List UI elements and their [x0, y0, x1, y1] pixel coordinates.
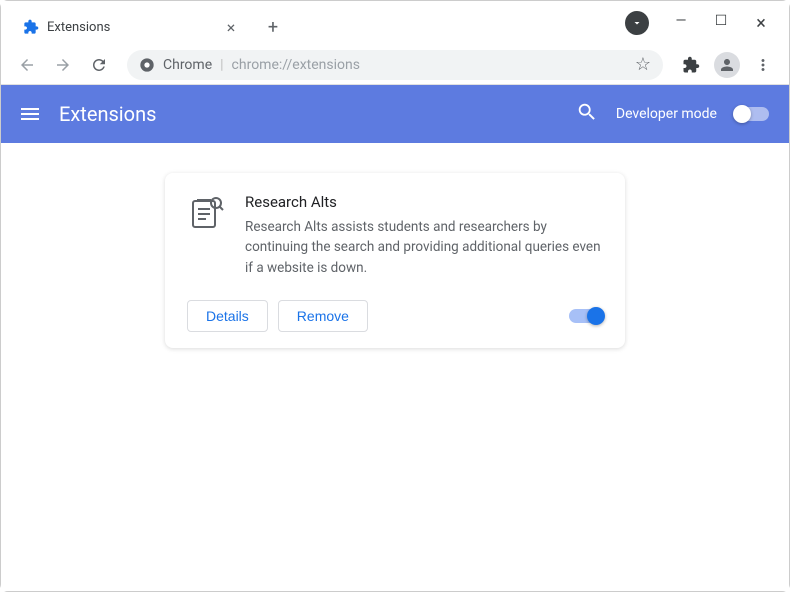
extension-card: Research Alts Research Alts assists stud…	[165, 173, 625, 348]
extensions-header: Extensions Developer mode	[1, 85, 789, 143]
url-path: chrome://extensions	[232, 57, 360, 73]
url-separator: |	[220, 57, 223, 73]
window-controls: — ☐ ×	[661, 1, 789, 34]
forward-button[interactable]	[49, 51, 77, 79]
window-titlebar: Extensions × + — ☐ ×	[1, 1, 789, 45]
details-button[interactable]: Details	[187, 300, 268, 332]
extension-name: Research Alts	[245, 193, 603, 211]
profile-button[interactable]	[713, 51, 741, 79]
bookmark-star-icon[interactable]: ☆	[635, 54, 651, 75]
extensions-content: Research Alts Research Alts assists stud…	[1, 143, 789, 591]
minimize-button[interactable]: —	[673, 13, 689, 34]
developer-mode-label: Developer mode	[616, 106, 717, 122]
extension-enable-toggle[interactable]	[569, 309, 603, 323]
browser-tab[interactable]: Extensions ×	[11, 9, 251, 45]
tab-strip: Extensions × +	[1, 1, 625, 45]
extension-app-icon	[187, 193, 227, 233]
address-bar[interactable]: Chrome | chrome://extensions ☆	[127, 50, 663, 80]
reload-button[interactable]	[85, 51, 113, 79]
puzzle-icon	[23, 19, 39, 35]
hamburger-menu-icon[interactable]	[21, 108, 39, 120]
close-button[interactable]: ×	[753, 13, 769, 34]
developer-mode-toggle[interactable]	[735, 107, 769, 121]
tab-title: Extensions	[47, 20, 110, 35]
chrome-icon	[139, 57, 155, 73]
avatar-icon	[714, 52, 740, 78]
remove-button[interactable]: Remove	[278, 300, 368, 332]
browser-toolbar: Chrome | chrome://extensions ☆	[1, 45, 789, 85]
search-icon[interactable]	[576, 101, 598, 127]
menu-button[interactable]	[749, 51, 777, 79]
close-tab-icon[interactable]: ×	[223, 18, 239, 37]
extensions-toolbar-icon[interactable]	[677, 51, 705, 79]
page-title: Extensions	[59, 102, 156, 126]
back-button[interactable]	[13, 51, 41, 79]
new-tab-button[interactable]: +	[259, 13, 287, 41]
extension-description: Research Alts assists students and resea…	[245, 217, 603, 278]
tab-search-button[interactable]	[625, 11, 649, 35]
maximize-button[interactable]: ☐	[713, 13, 729, 34]
url-scheme-label: Chrome	[163, 57, 212, 73]
